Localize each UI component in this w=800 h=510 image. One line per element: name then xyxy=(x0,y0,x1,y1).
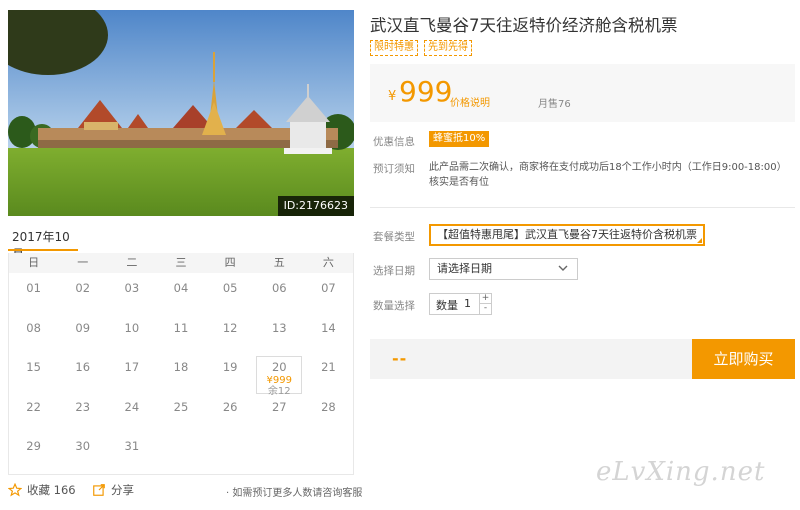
star-icon xyxy=(8,483,22,497)
available-day-price: ¥999 xyxy=(266,375,292,386)
calendar-day: 23 xyxy=(75,399,91,414)
available-day-number: 20 xyxy=(271,360,287,374)
calendar-day: 01 xyxy=(26,281,41,295)
weekday-fri: 五 xyxy=(273,256,285,269)
share-label: 分享 xyxy=(111,483,134,497)
package-select[interactable]: 【超值特惠甩尾】武汉直飞曼谷7天往返特价含税机票 xyxy=(429,224,705,246)
calendar-day: 03 xyxy=(124,281,140,295)
weekday-sun: 日 xyxy=(28,256,40,269)
price-currency: ¥ xyxy=(388,89,397,104)
notice-text: 此产品需二次确认，商家将在支付成功后18个工作小时内（工作日9:00-18:00… xyxy=(429,162,787,188)
calendar-day: 06 xyxy=(271,281,287,295)
calendar-day: 28 xyxy=(321,399,336,414)
calendar-day: 27 xyxy=(271,399,287,414)
calendar-day: 17 xyxy=(124,360,140,374)
date-calendar: 日 一 二 三 四 五 六 01 02 03 04 05 06 07 08 09… xyxy=(8,253,354,475)
temple-scene-image xyxy=(8,10,354,216)
promo-tag: 限时特惠 xyxy=(370,40,418,56)
calendar-day: 13 xyxy=(271,320,287,335)
date-label: 选择日期 xyxy=(373,265,415,277)
price-note-link[interactable]: 价格说明 xyxy=(450,94,490,109)
calendar-day: 24 xyxy=(124,399,140,414)
discount-badge: 蜂蜜抵10% xyxy=(429,131,490,147)
share-button[interactable]: 分享 xyxy=(92,482,134,498)
calendar-day: 09 xyxy=(75,320,91,335)
calendar-day: 25 xyxy=(173,399,189,414)
calendar-month-underline xyxy=(8,249,78,251)
calendar-day: 26 xyxy=(222,399,238,414)
calendar-day: 22 xyxy=(26,399,41,414)
chevron-down-icon xyxy=(558,265,568,271)
site-watermark: eLvXing.net xyxy=(596,457,766,487)
product-photo: ID:2176623 xyxy=(8,10,354,216)
quantity-minus-button[interactable]: - xyxy=(480,304,491,314)
weekday-tue: 二 xyxy=(126,256,138,269)
calendar-day: 21 xyxy=(321,360,336,374)
calendar-day: 30 xyxy=(75,439,91,453)
product-title: 武汉直飞曼谷7天往返特价经济舱含税机票 xyxy=(370,16,678,35)
calendar-day: 29 xyxy=(26,439,41,453)
quantity-buttons: + - xyxy=(479,294,491,314)
weekday-wed: 三 xyxy=(175,256,187,269)
total-price: -- xyxy=(392,349,408,368)
quantity-label: 数量选择 xyxy=(373,300,415,312)
calendar-day: 14 xyxy=(321,320,336,335)
calendar-day: 16 xyxy=(75,360,91,374)
buy-now-button[interactable]: 立即购买 xyxy=(692,339,795,379)
weekday-sat: 六 xyxy=(322,256,334,269)
package-value: 【超值特惠甩尾】武汉直飞曼谷7天往返特价含税机票 xyxy=(437,228,697,241)
calendar-day: 10 xyxy=(124,320,140,335)
promo-tag: 先到先得 xyxy=(424,40,472,56)
calendar-day: 11 xyxy=(173,320,189,335)
promo-tags: 限时特惠 先到先得 xyxy=(370,40,472,56)
quantity-stepper[interactable]: 数量 1 + - xyxy=(429,293,492,315)
calendar-day-available[interactable]: 20 ¥999 余12 xyxy=(255,356,304,397)
image-id-badge: ID:2176623 xyxy=(277,196,354,216)
calendar-day: 05 xyxy=(222,281,238,295)
section-divider xyxy=(370,207,795,208)
calendar-day: 07 xyxy=(321,281,336,295)
calendar-days: 01 02 03 04 05 06 07 08 09 10 11 12 13 1… xyxy=(9,273,353,475)
weekday-mon: 一 xyxy=(77,256,89,269)
package-label: 套餐类型 xyxy=(373,231,415,243)
calendar-day: 31 xyxy=(124,439,140,453)
calendar-day: 02 xyxy=(75,281,91,295)
monthly-sales: 月售76 xyxy=(538,99,571,110)
discount-label: 优惠信息 xyxy=(373,136,415,148)
calendar-day: 12 xyxy=(222,320,238,335)
weekday-thu: 四 xyxy=(224,256,236,269)
calendar-day: 15 xyxy=(26,360,41,374)
favorite-button[interactable]: 收藏 166 xyxy=(8,482,76,498)
price-panel: ¥ 999 价格说明 月售76 xyxy=(370,64,795,122)
calendar-day: 08 xyxy=(26,320,41,335)
quantity-value[interactable]: 1 xyxy=(464,297,471,310)
calendar-weekday-header: 日 一 二 三 四 五 六 xyxy=(9,253,353,273)
selected-corner-icon xyxy=(697,238,702,243)
price-amount: 999 xyxy=(399,75,453,108)
notice-label: 预订须知 xyxy=(373,163,415,175)
consult-link[interactable]: · 如需预订更多人数请咨询客服 xyxy=(226,484,362,499)
calendar-day: 04 xyxy=(173,281,189,295)
calendar-day: 19 xyxy=(222,360,238,374)
calendar-day: 18 xyxy=(173,360,189,374)
share-icon xyxy=(93,484,105,496)
date-select-value: 请选择日期 xyxy=(437,262,492,275)
date-select[interactable]: 请选择日期 xyxy=(429,258,578,280)
quantity-prefix: 数量 xyxy=(436,299,458,312)
favorite-label: 收藏 166 xyxy=(27,483,76,497)
